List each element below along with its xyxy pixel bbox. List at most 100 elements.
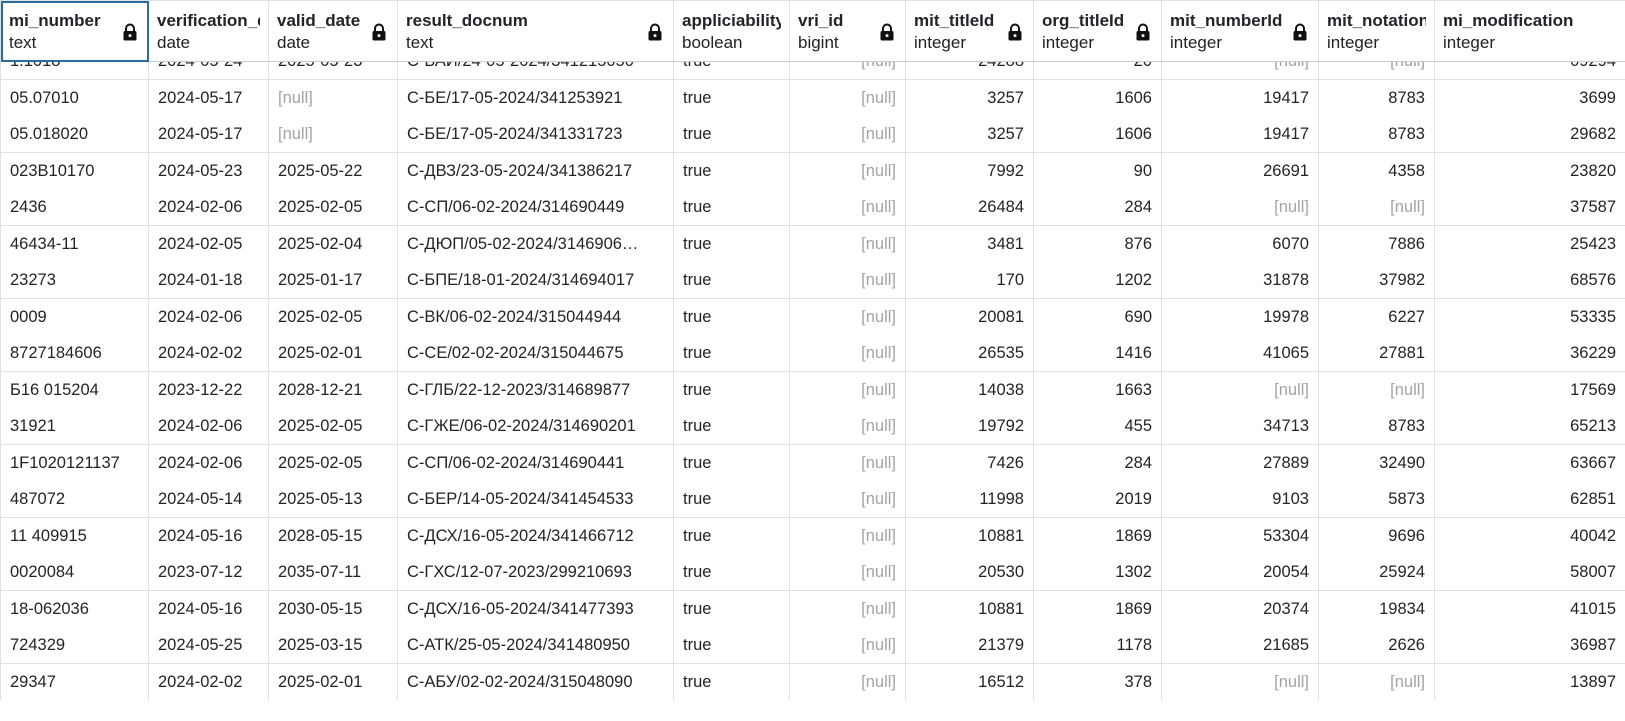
table-cell[interactable]: 23273: [0, 262, 149, 299]
table-cell[interactable]: 25924: [1318, 554, 1435, 591]
table-cell[interactable]: 31921: [0, 408, 149, 445]
table-cell[interactable]: true: [673, 262, 790, 299]
table-cell[interactable]: 2024-05-14: [148, 481, 269, 518]
table-cell[interactable]: 2025-02-05: [268, 298, 398, 335]
table-cell[interactable]: true: [673, 444, 790, 481]
table-cell[interactable]: 487072: [0, 481, 149, 518]
table-row[interactable]: 46434-11 2024-02-05 2025-02-04 С-ДЮП/05-02-…: [0, 225, 1625, 262]
table-cell[interactable]: 2025-02-01: [268, 663, 398, 700]
table-row[interactable]: 023В10170 2024-05-23 2025-05-22 С-ДВЗ/23-05…: [0, 152, 1625, 189]
table-cell[interactable]: [null]: [789, 444, 906, 481]
table-cell[interactable]: 6227: [1318, 298, 1435, 335]
table-cell[interactable]: [null]: [789, 371, 906, 408]
table-cell[interactable]: [null]: [789, 298, 906, 335]
table-row[interactable]: 31921 2024-02-06 2025-02-05 С-ГЖЕ/06-02-202…: [0, 408, 1625, 445]
table-cell[interactable]: [null]: [789, 408, 906, 445]
table-cell[interactable]: 2025-05-13: [268, 481, 398, 518]
table-row[interactable]: 05.018020 2024-05-17 [null] С-БЕ/17-05-2024…: [0, 116, 1625, 153]
table-cell[interactable]: 2024-02-06: [148, 298, 269, 335]
table-cell[interactable]: 23820: [1434, 152, 1625, 189]
table-cell[interactable]: 46434-11: [0, 225, 149, 262]
table-row[interactable]: 0009 2024-02-06 2025-02-05 С-ВК/06-02-2024/…: [0, 298, 1625, 335]
table-cell[interactable]: С-СП/06-02-2024/314690441: [397, 444, 674, 481]
table-cell[interactable]: С-ДСХ/16-05-2024/341477393: [397, 590, 674, 627]
table-cell[interactable]: 690: [1033, 298, 1162, 335]
table-cell[interactable]: 10881: [905, 517, 1034, 554]
column-header-org-titleId[interactable]: org_titleId integer: [1033, 0, 1162, 62]
column-header-mi-modificationId[interactable]: mi_modification integer: [1434, 0, 1625, 62]
table-cell[interactable]: 14038: [905, 371, 1034, 408]
table-cell[interactable]: 1606: [1033, 79, 1162, 116]
table-cell[interactable]: 63667: [1434, 444, 1625, 481]
table-cell[interactable]: true: [673, 189, 790, 226]
table-cell[interactable]: 20530: [905, 554, 1034, 591]
table-row[interactable]: 18-062036 2024-05-16 2030-05-15 С-ДСХ/16-05…: [0, 590, 1625, 627]
table-cell[interactable]: 11 409915: [0, 517, 149, 554]
table-cell[interactable]: 27881: [1318, 335, 1435, 372]
table-cell[interactable]: 29347: [0, 663, 149, 700]
column-header-valid-date[interactable]: valid_date date: [268, 0, 398, 62]
table-cell[interactable]: 19834: [1318, 590, 1435, 627]
table-cell[interactable]: 26484: [905, 189, 1034, 226]
table-cell[interactable]: 19417: [1161, 116, 1319, 153]
table-row[interactable]: 11 409915 2024-05-16 2028-05-15 С-ДСХ/16-05…: [0, 517, 1625, 554]
table-cell[interactable]: 3481: [905, 225, 1034, 262]
table-cell[interactable]: 21685: [1161, 627, 1319, 664]
column-header-mit-numberId[interactable]: mit_numberId integer: [1161, 0, 1319, 62]
column-header-mi-number[interactable]: mi_number text: [0, 0, 149, 62]
table-cell[interactable]: 2024-01-18: [148, 262, 269, 299]
table-row[interactable]: 2436 2024-02-06 2025-02-05 С-СП/06-02-2024/…: [0, 189, 1625, 226]
table-cell[interactable]: true: [673, 298, 790, 335]
table-row[interactable]: 23273 2024-01-18 2025-01-17 С-БПЕ/18-01-202…: [0, 262, 1625, 299]
table-cell[interactable]: 2024-02-05: [148, 225, 269, 262]
table-cell[interactable]: 11998: [905, 481, 1034, 518]
table-cell[interactable]: С-АТК/25-05-2024/341480950: [397, 627, 674, 664]
table-cell[interactable]: 7992: [905, 152, 1034, 189]
table-cell[interactable]: 20054: [1161, 554, 1319, 591]
table-cell[interactable]: 5873: [1318, 481, 1435, 518]
table-cell[interactable]: [null]: [789, 517, 906, 554]
table-cell[interactable]: [null]: [1161, 189, 1319, 226]
table-cell[interactable]: С-СП/06-02-2024/314690449: [397, 189, 674, 226]
table-cell[interactable]: С-СЕ/02-02-2024/315044675: [397, 335, 674, 372]
table-cell[interactable]: 1663: [1033, 371, 1162, 408]
table-cell[interactable]: [null]: [789, 335, 906, 372]
table-cell[interactable]: 2024-05-23: [148, 152, 269, 189]
table-cell[interactable]: 90: [1033, 152, 1162, 189]
table-cell[interactable]: 65213: [1434, 408, 1625, 445]
table-cell[interactable]: 2024-05-16: [148, 590, 269, 627]
table-cell[interactable]: С-ГЛБ/22-12-2023/314689877: [397, 371, 674, 408]
table-cell[interactable]: 455: [1033, 408, 1162, 445]
table-cell[interactable]: 3257: [905, 79, 1034, 116]
table-cell[interactable]: 284: [1033, 189, 1162, 226]
table-cell[interactable]: [null]: [268, 79, 398, 116]
table-cell[interactable]: [null]: [789, 554, 906, 591]
table-cell[interactable]: 16512: [905, 663, 1034, 700]
table-cell[interactable]: 2025-05-22: [268, 152, 398, 189]
table-cell[interactable]: true: [673, 116, 790, 153]
table-cell[interactable]: 34713: [1161, 408, 1319, 445]
table-cell[interactable]: 1869: [1033, 590, 1162, 627]
table-cell[interactable]: [null]: [1318, 663, 1435, 700]
table-cell[interactable]: С-ДСХ/16-05-2024/341466712: [397, 517, 674, 554]
table-cell[interactable]: 19978: [1161, 298, 1319, 335]
table-cell[interactable]: 62851: [1434, 481, 1625, 518]
table-cell[interactable]: 25423: [1434, 225, 1625, 262]
table-cell[interactable]: 1202: [1033, 262, 1162, 299]
table-cell[interactable]: 2025-02-01: [268, 335, 398, 372]
table-cell[interactable]: 2035-07-11: [268, 554, 398, 591]
table-cell[interactable]: С-АБУ/02-02-2024/315048090: [397, 663, 674, 700]
table-cell[interactable]: 20081: [905, 298, 1034, 335]
table-cell[interactable]: true: [673, 590, 790, 627]
table-cell[interactable]: true: [673, 335, 790, 372]
table-cell[interactable]: 2025-02-05: [268, 408, 398, 445]
table-cell[interactable]: С-ГЖЕ/06-02-2024/314690201: [397, 408, 674, 445]
column-header-applicability[interactable]: appliciability boolean: [673, 0, 790, 62]
table-cell[interactable]: 36987: [1434, 627, 1625, 664]
table-cell[interactable]: 41065: [1161, 335, 1319, 372]
table-row[interactable]: Б16 015204 2023-12-22 2028-12-21 С-ГЛБ/22-1…: [0, 371, 1625, 408]
table-cell[interactable]: 19792: [905, 408, 1034, 445]
table-cell[interactable]: [null]: [1318, 371, 1435, 408]
table-cell[interactable]: 170: [905, 262, 1034, 299]
table-row[interactable]: 8727184606 2024-02-02 2025-02-01 С-СЕ/02-02…: [0, 335, 1625, 372]
